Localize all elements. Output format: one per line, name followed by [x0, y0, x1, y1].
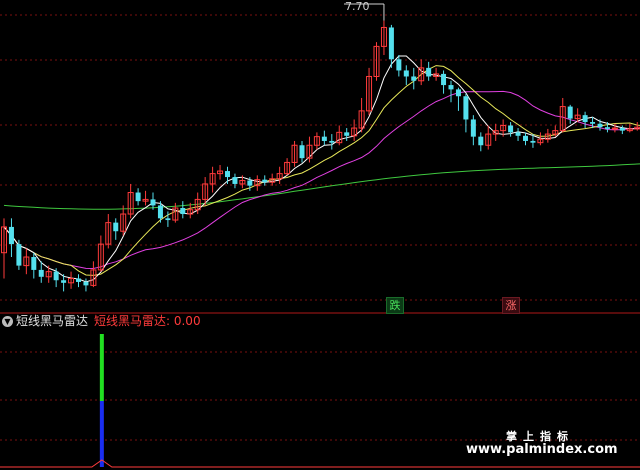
candle-body-down — [31, 257, 37, 270]
candle-body-up — [611, 127, 618, 130]
candle-body-down — [508, 125, 514, 133]
candle-body-down — [455, 89, 461, 97]
high-price-label: 7.70 — [345, 0, 370, 13]
indicator-legend: 短线黑马雷达: 0.00 — [94, 314, 201, 328]
watermark-url: www.palmindex.com — [466, 442, 618, 457]
candle-body-down — [76, 278, 81, 282]
candle-body-down — [83, 281, 89, 286]
candle-body-down — [597, 123, 603, 128]
candle-body-down — [225, 171, 230, 178]
chevron-down-icon[interactable]: ▼ — [2, 316, 13, 327]
candle-body-down — [165, 218, 171, 221]
candle-body-down — [157, 205, 163, 219]
candle-body-down — [470, 119, 476, 137]
candle-body-down — [523, 135, 528, 141]
candle-body-down — [16, 244, 22, 266]
candle-body-down — [135, 192, 141, 202]
candle-body-down — [590, 122, 596, 124]
candle-body-down — [232, 177, 238, 184]
candle-body-down — [463, 96, 469, 120]
up-signal-badge: 涨 — [502, 297, 520, 314]
candle-body-down — [38, 269, 44, 277]
candle-body-down — [530, 140, 536, 143]
candle-body-down — [329, 140, 335, 143]
candle-body-down — [403, 70, 409, 77]
candle-body-down — [150, 199, 156, 206]
candle-body-down — [299, 145, 305, 159]
candle-body-down — [344, 132, 350, 136]
candle-body-down — [567, 106, 573, 119]
indicator-title: 短线黑马雷达 — [16, 314, 89, 328]
indicator-curve — [0, 459, 640, 468]
down-signal-badge: 跌 — [386, 297, 404, 314]
candle-body-down — [582, 115, 588, 123]
candle-body-down — [61, 280, 67, 283]
indicator-bar-green — [99, 334, 104, 401]
ma-line-longest — [3, 163, 640, 210]
candle-body-down — [448, 85, 454, 90]
candle-body-down — [262, 179, 268, 183]
candle-body-down — [321, 136, 327, 141]
candle-body-down — [388, 27, 394, 60]
candle-body-down — [247, 180, 253, 186]
candle-body-down — [426, 67, 432, 77]
ma-line-long — [3, 90, 640, 270]
candle-body-down — [396, 59, 402, 71]
candlestick-chart[interactable] — [0, 0, 640, 470]
candle-body-down — [8, 226, 14, 245]
candle-body-down — [619, 128, 625, 131]
candle-body-down — [180, 208, 186, 215]
candle-body-down — [411, 76, 417, 81]
candle-body-down — [515, 132, 521, 136]
indicator-bar-blue — [99, 401, 104, 467]
candle-body-down — [604, 127, 610, 129]
candle-body-down — [113, 222, 119, 232]
candle-body-down — [441, 73, 447, 86]
ma-line-short — [3, 55, 640, 283]
candle-body-down — [53, 271, 59, 281]
candle-body-down — [478, 136, 484, 146]
